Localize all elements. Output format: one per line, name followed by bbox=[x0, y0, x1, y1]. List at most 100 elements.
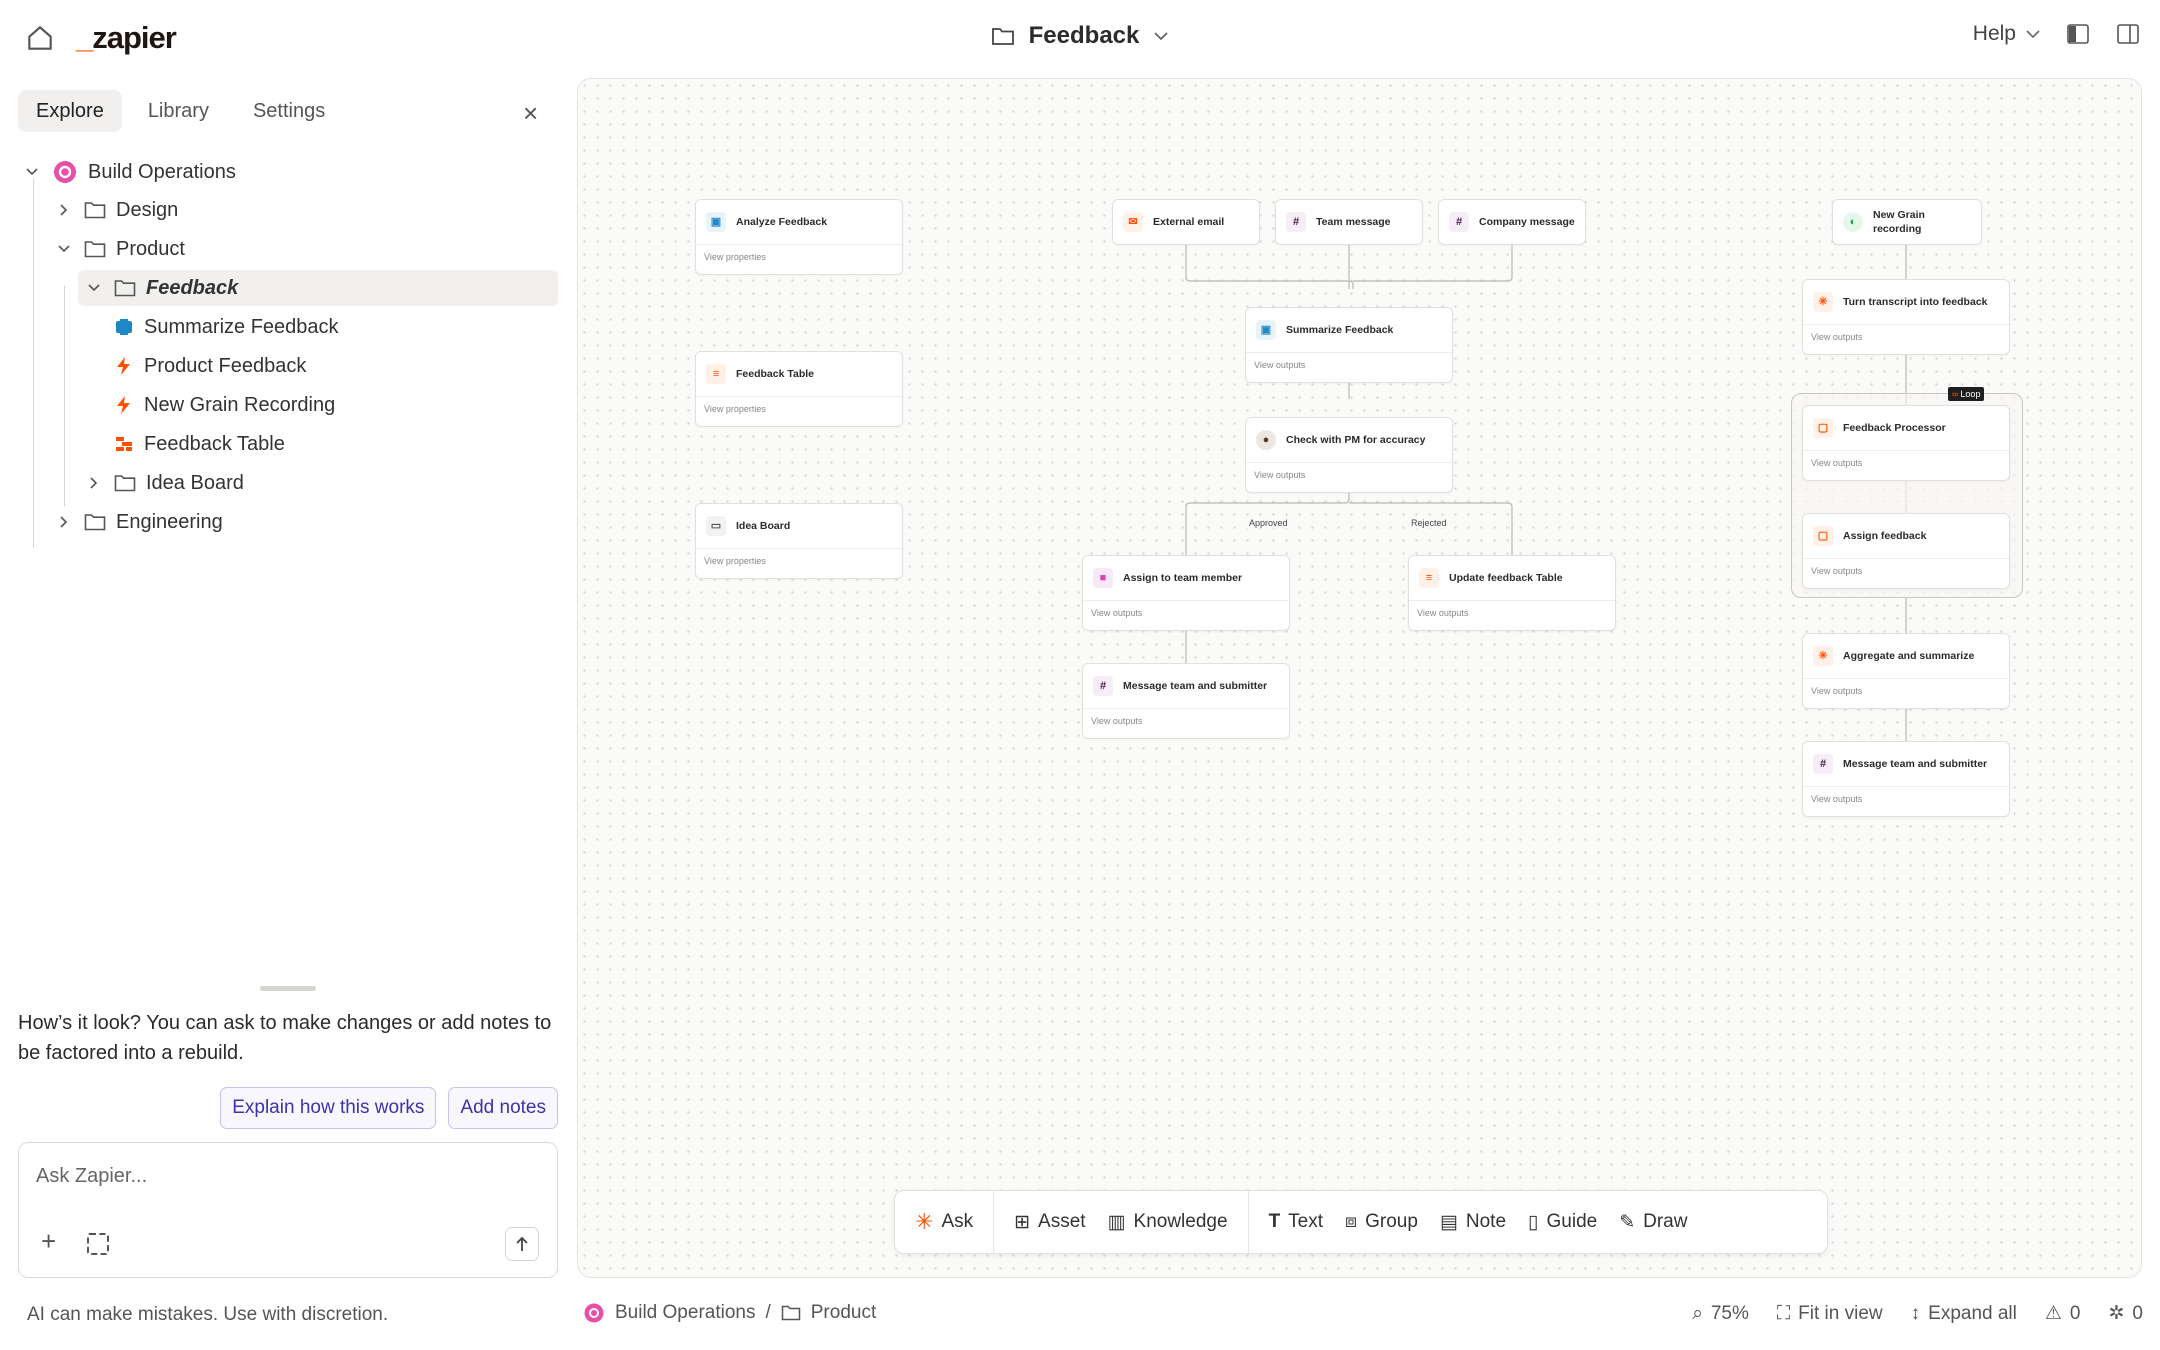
node-update-feedback-table[interactable]: ≡ Update feedback Table View outputs bbox=[1408, 555, 1616, 631]
node-footer-link[interactable]: View properties bbox=[704, 252, 766, 262]
ask-button[interactable]: ✳ Ask bbox=[907, 1200, 981, 1244]
node-external-email[interactable]: ✉ External email bbox=[1112, 199, 1260, 245]
ai-step-icon bbox=[116, 319, 132, 335]
folder-icon bbox=[84, 514, 106, 531]
node-footer-link[interactable]: View outputs bbox=[1254, 470, 1305, 480]
tree-item-build-operations[interactable]: Build Operations bbox=[22, 154, 562, 190]
tab-explore[interactable]: Explore bbox=[18, 90, 122, 132]
tree-item-product[interactable]: Product bbox=[54, 231, 554, 267]
explain-chip-button[interactable]: Explain how this works bbox=[220, 1087, 437, 1129]
ask-input[interactable] bbox=[36, 1165, 516, 1188]
node-idea-board[interactable]: ▭ Idea Board View properties bbox=[695, 503, 903, 579]
send-button[interactable] bbox=[505, 1227, 539, 1261]
knowledge-button[interactable]: ▥ Knowledge bbox=[1100, 1200, 1236, 1244]
folder-icon: ▭ bbox=[706, 516, 726, 536]
tab-library[interactable]: Library bbox=[130, 90, 227, 132]
group-button[interactable]: ⧈ Group bbox=[1337, 1200, 1426, 1244]
node-message-team-submitter[interactable]: # Message team and submitter View outputs bbox=[1082, 663, 1290, 739]
tree-item-design[interactable]: Design bbox=[54, 192, 554, 228]
folder-icon bbox=[781, 1305, 800, 1321]
node-footer-link[interactable]: View outputs bbox=[1417, 608, 1468, 618]
fit-label: Fit in view bbox=[1798, 1302, 1883, 1324]
asset-button[interactable]: ⊞ Asset bbox=[1006, 1200, 1093, 1244]
slack-icon: # bbox=[1813, 754, 1833, 774]
page-title-button[interactable]: Feedback bbox=[991, 22, 1170, 50]
tree-item-idea-board[interactable]: Idea Board bbox=[84, 465, 554, 501]
slack-icon: # bbox=[1449, 212, 1469, 232]
resize-handle[interactable] bbox=[260, 986, 316, 991]
node-feedback-table[interactable]: ≡ Feedback Table View properties bbox=[695, 351, 903, 427]
split-view-icon[interactable] bbox=[2116, 23, 2140, 45]
sidebar: Explore Library Settings × Build Operati… bbox=[0, 80, 574, 1350]
select-element-icon[interactable] bbox=[87, 1233, 109, 1255]
add-notes-chip-button[interactable]: Add notes bbox=[448, 1087, 558, 1129]
node-turn-transcript[interactable]: ✳ Turn transcript into feedback View outp… bbox=[1802, 279, 2010, 355]
tree-item-summarize-feedback[interactable]: Summarize Feedback bbox=[114, 309, 554, 345]
table-icon bbox=[116, 437, 132, 451]
node-title: Check with PM for accuracy bbox=[1286, 434, 1426, 446]
tree-item-feedback-table[interactable]: Feedback Table bbox=[114, 426, 554, 462]
fit-in-view-button[interactable]: ⛶ Fit in view bbox=[1777, 1303, 1883, 1325]
tree-label: Product Feedback bbox=[144, 354, 307, 377]
node-check-pm[interactable]: ● Check with PM for accuracy View outputs bbox=[1245, 417, 1453, 493]
warnings-indicator[interactable]: ⚠ 0 bbox=[2045, 1302, 2081, 1325]
node-title: Assign feedback bbox=[1843, 530, 1927, 542]
node-footer-link[interactable]: View outputs bbox=[1811, 686, 1862, 696]
edge-label-approved: Approved bbox=[1246, 518, 1291, 528]
plus-icon[interactable]: + bbox=[41, 1226, 56, 1257]
guide-button[interactable]: ▯ Guide bbox=[1520, 1200, 1605, 1244]
breadcrumb-folder[interactable]: Product bbox=[811, 1302, 876, 1324]
node-aggregate-summarize[interactable]: ✳ Aggregate and summarize View outputs bbox=[1802, 633, 2010, 709]
zoom-control[interactable]: ⌕ 75% bbox=[1692, 1303, 1749, 1325]
node-footer-link[interactable]: View properties bbox=[704, 556, 766, 566]
help-menu[interactable]: Help bbox=[1973, 22, 2040, 46]
table-icon: ≡ bbox=[1419, 568, 1439, 588]
assistant-message: How’s it look? You can ask to make chang… bbox=[18, 1012, 552, 1064]
bugs-indicator[interactable]: ✲ 0 bbox=[2109, 1302, 2144, 1325]
tab-settings[interactable]: Settings bbox=[235, 90, 343, 132]
node-footer-link[interactable]: View outputs bbox=[1091, 608, 1142, 618]
tree-guide bbox=[33, 178, 34, 548]
tree-item-new-grain-recording[interactable]: New Grain Recording bbox=[114, 387, 554, 423]
tree-item-engineering[interactable]: Engineering bbox=[54, 504, 554, 540]
tree-label: Feedback bbox=[146, 276, 239, 299]
expand-all-button[interactable]: ↕ Expand all bbox=[1911, 1303, 2017, 1325]
tree-item-feedback[interactable]: Feedback bbox=[78, 270, 558, 306]
tree-label: Design bbox=[116, 198, 179, 221]
tree-item-product-feedback[interactable]: Product Feedback bbox=[114, 348, 554, 384]
workflow-canvas[interactable]: ∞ Loop Approved Rejected ▣ Analyze Feedbac… bbox=[577, 78, 2142, 1278]
close-sidebar-icon[interactable]: × bbox=[523, 98, 538, 129]
node-title: Message team and submitter bbox=[1123, 680, 1268, 692]
text-button[interactable]: T Text bbox=[1261, 1200, 1331, 1244]
node-assign-feedback[interactable]: ▢ Assign feedback View outputs bbox=[1802, 513, 2010, 589]
node-title: New Grain recording bbox=[1873, 209, 1925, 235]
node-footer-link[interactable]: View outputs bbox=[1254, 360, 1305, 370]
tree-label: Feedback Table bbox=[144, 432, 285, 455]
node-footer-link[interactable]: View properties bbox=[704, 404, 766, 414]
note-button[interactable]: ▤ Note bbox=[1432, 1200, 1514, 1244]
ai-step-icon: ▣ bbox=[706, 212, 726, 232]
draw-button[interactable]: ✎ Draw bbox=[1611, 1200, 1695, 1244]
node-title: Aggregate and summarize bbox=[1843, 650, 1975, 662]
pen-icon: ✎ bbox=[1619, 1211, 1636, 1233]
node-footer-link[interactable]: View outputs bbox=[1811, 566, 1862, 576]
node-summarize-feedback[interactable]: ▣ Summarize Feedback View outputs bbox=[1245, 307, 1453, 383]
node-new-grain-recording[interactable]: ◐ New Grain recording bbox=[1832, 199, 1982, 245]
breadcrumb-root[interactable]: Build Operations bbox=[615, 1302, 755, 1324]
suggestion-chips: Explain how this works Add notes bbox=[220, 1087, 558, 1129]
node-footer-link[interactable]: View outputs bbox=[1811, 794, 1862, 804]
node-analyze-feedback[interactable]: ▣ Analyze Feedback View properties bbox=[695, 199, 903, 275]
node-assign-team-member[interactable]: ■ Assign to team member View outputs bbox=[1082, 555, 1290, 631]
node-footer-link[interactable]: View outputs bbox=[1811, 332, 1862, 342]
node-feedback-processor[interactable]: ▢ Feedback Processor View outputs bbox=[1802, 405, 2010, 481]
left-panel-toggle-icon[interactable] bbox=[2066, 23, 2090, 45]
page-title-text: Feedback bbox=[1028, 22, 1140, 49]
node-team-message[interactable]: # Team message bbox=[1275, 199, 1423, 245]
node-footer-link[interactable]: View outputs bbox=[1811, 458, 1862, 468]
node-company-message[interactable]: # Company message bbox=[1438, 199, 1586, 245]
agent-icon: ▢ bbox=[1813, 526, 1833, 546]
zap-icon bbox=[117, 357, 130, 375]
node-footer-link[interactable]: View outputs bbox=[1091, 716, 1142, 726]
sparkle-icon: ✳ bbox=[915, 1209, 934, 1234]
node-message-team-submitter-2[interactable]: # Message team and submitter View outputs bbox=[1802, 741, 2010, 817]
